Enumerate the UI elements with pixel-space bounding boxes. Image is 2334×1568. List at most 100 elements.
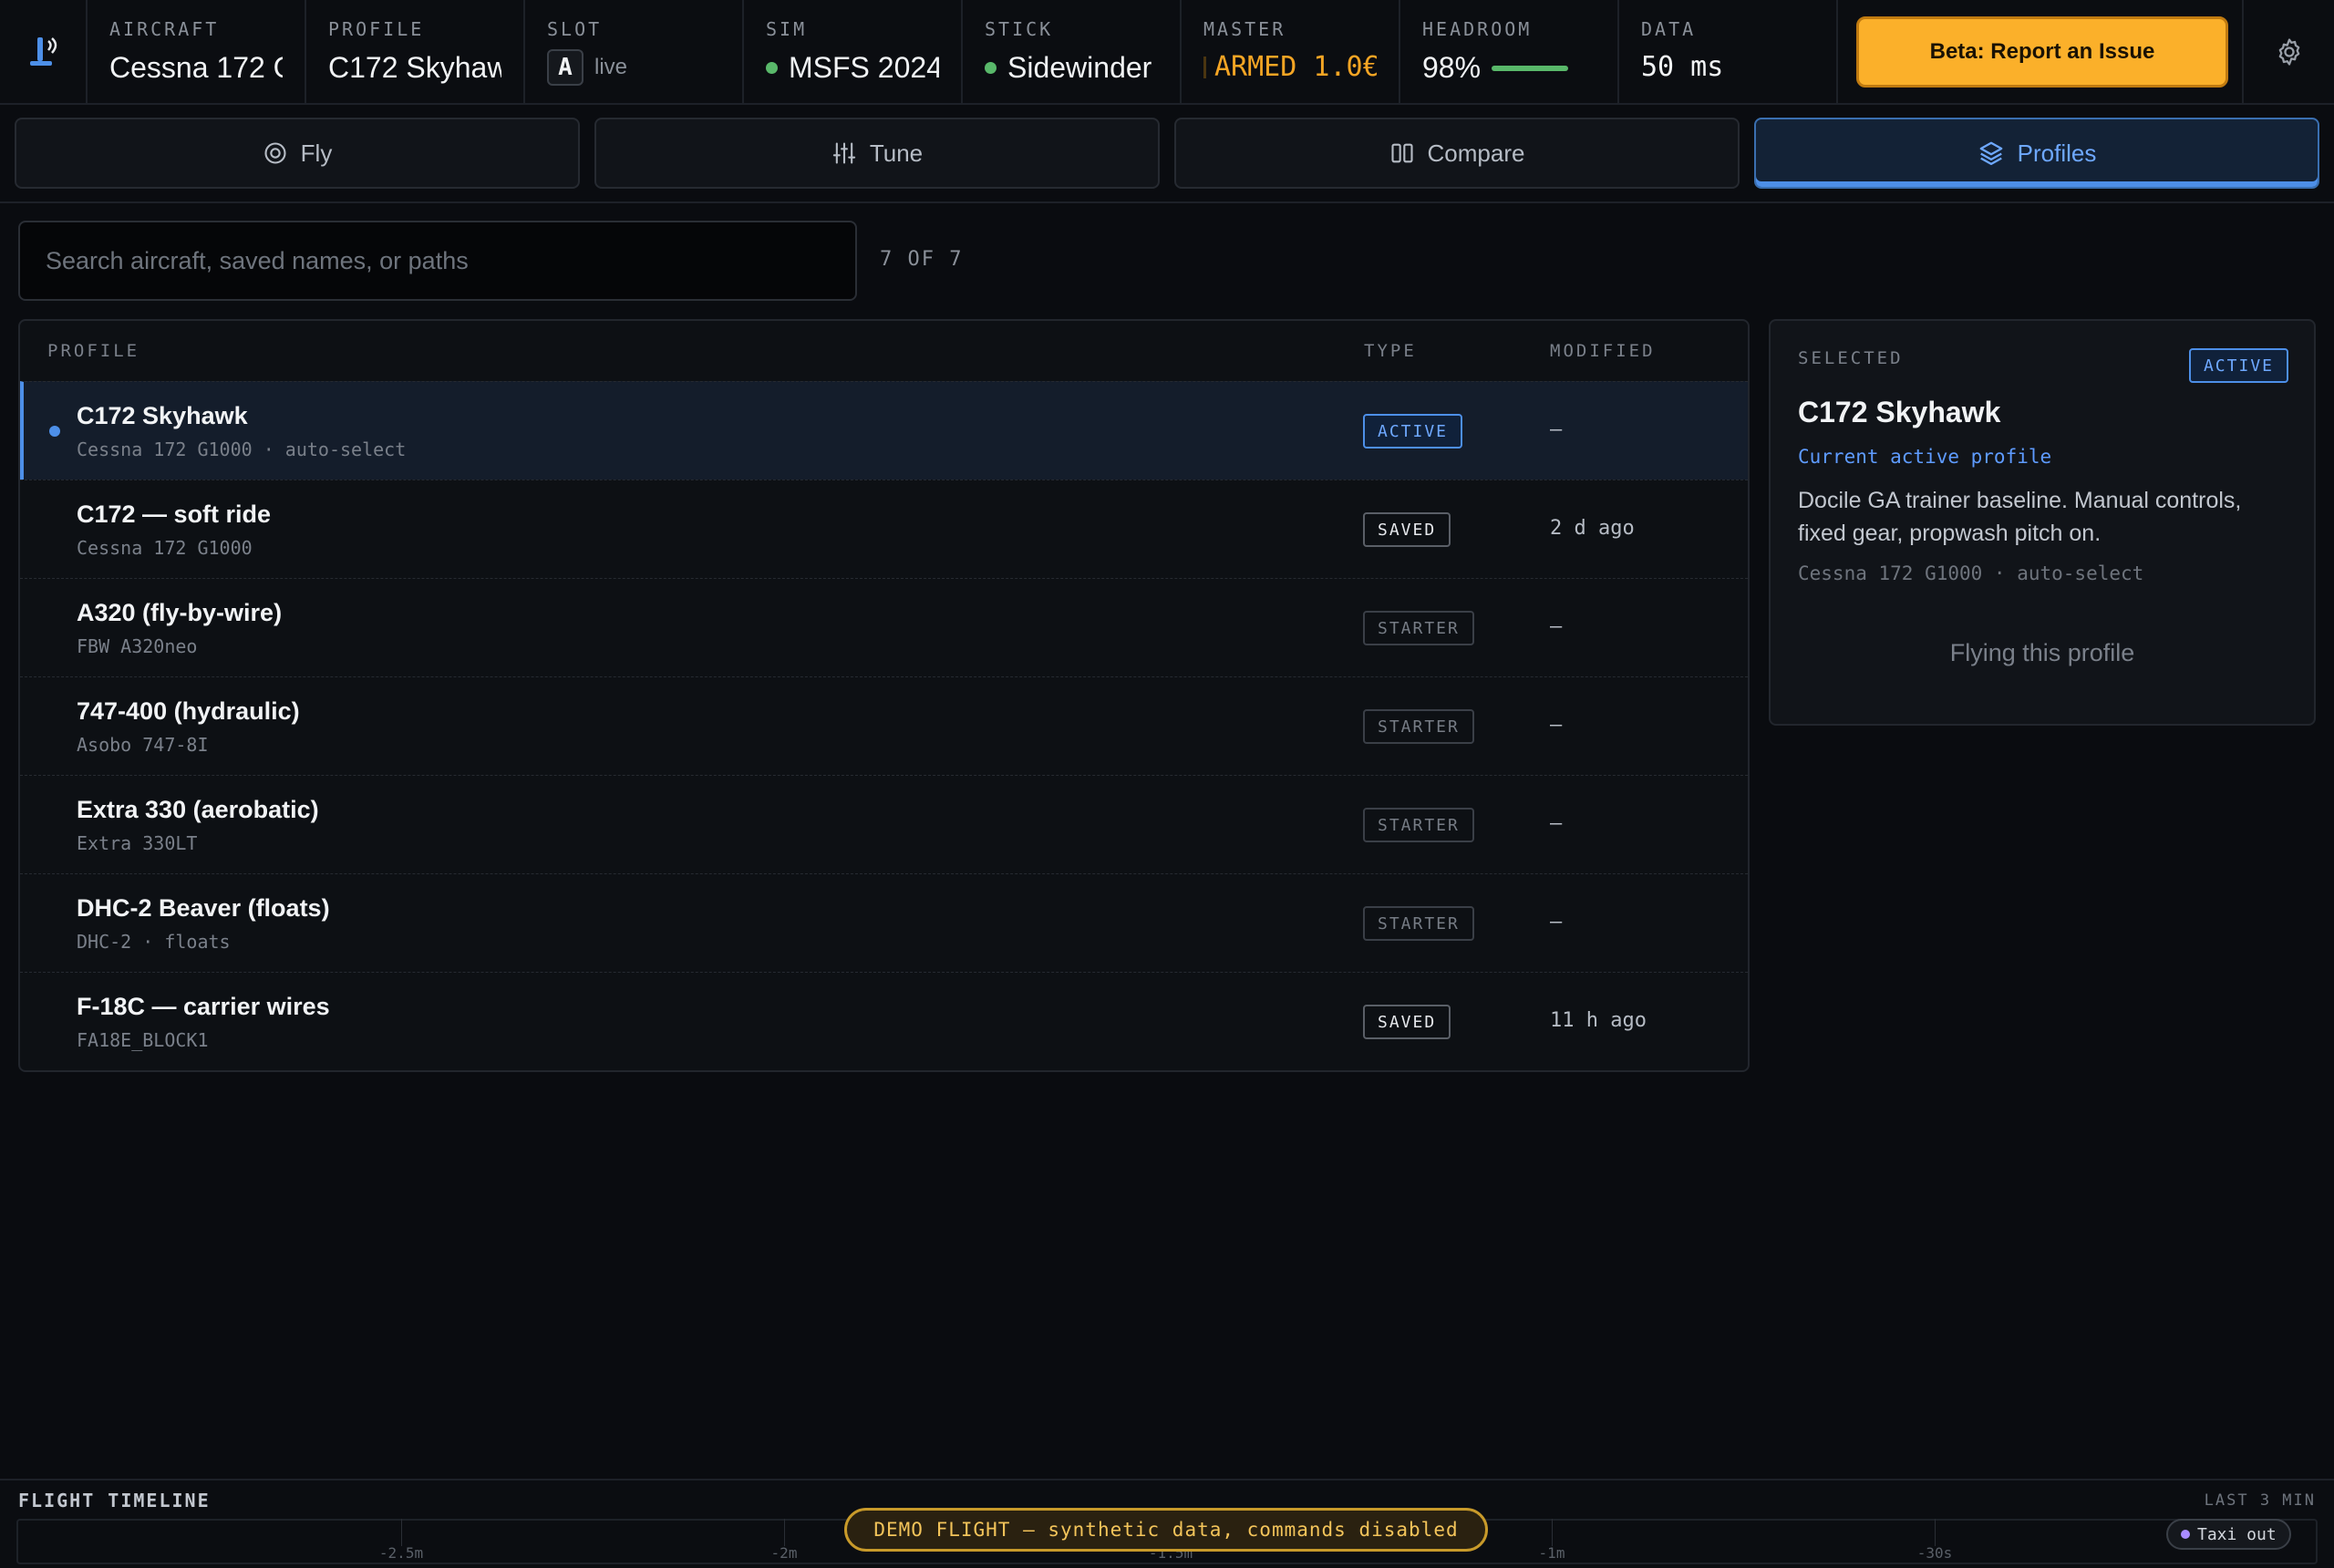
row-modified: —: [1550, 911, 1563, 934]
app-logo-icon[interactable]: [0, 0, 88, 103]
aircraft-value: Cessna 172 G: [109, 51, 283, 84]
columns-icon: [1390, 143, 1413, 163]
tab-fly-label: Fly: [300, 139, 333, 167]
headroom-bar: [1492, 65, 1569, 71]
active-indicator-icon: [49, 426, 60, 437]
report-issue-button[interactable]: Beta: Report an Issue: [1856, 15, 2228, 88]
aircraft-stat: AIRCRAFT Cessna 172 G: [88, 0, 306, 103]
data-value: 50 ms: [1641, 51, 1724, 83]
profiles-table: PROFILE TYPE MODIFIED C172 Skyhawk Cessn…: [18, 319, 1750, 1072]
sim-label: SIM: [766, 18, 808, 40]
stick-stat: STICK Sidewinder: [963, 0, 1182, 103]
row-modified: 2 d ago: [1550, 517, 1635, 540]
tab-profiles-label: Profiles: [2017, 139, 2097, 167]
type-badge: STARTER: [1363, 611, 1474, 645]
timeline-tick: [401, 1519, 402, 1546]
tab-fly[interactable]: Fly: [15, 118, 580, 189]
type-badge: STARTER: [1363, 906, 1474, 941]
data-stat: DATA 50 ms: [1619, 0, 1838, 103]
row-name: A320 (fly-by-wire): [77, 599, 283, 626]
selected-profile-panel: SELECTED ACTIVE C172 Skyhawk Current act…: [1769, 319, 2316, 726]
table-row[interactable]: 747-400 (hydraulic) Asobo 747-8I STARTER…: [20, 676, 1748, 775]
sim-status-dot: [766, 62, 778, 74]
settings-button[interactable]: [2244, 0, 2334, 103]
headroom-label: HEADROOM: [1422, 18, 1533, 40]
demo-flight-banner: DEMO FLIGHT — synthetic data, commands d…: [844, 1508, 1488, 1552]
row-name: 747-400 (hydraulic): [77, 697, 300, 725]
row-modified: —: [1550, 714, 1563, 737]
row-subtitle: Cessna 172 G1000 · auto-select: [77, 438, 407, 460]
row-name: C172 Skyhawk: [77, 402, 248, 429]
data-label: DATA: [1641, 18, 1697, 40]
headroom-stat: HEADROOM 98%: [1400, 0, 1619, 103]
type-badge: STARTER: [1363, 808, 1474, 842]
sliders-icon: [832, 142, 855, 164]
type-badge: SAVED: [1363, 512, 1451, 547]
timeline-tick: [1935, 1519, 1936, 1546]
tab-compare[interactable]: Compare: [1174, 118, 1740, 189]
column-header-type[interactable]: TYPE: [1364, 341, 1417, 361]
profile-search-input[interactable]: [18, 221, 857, 301]
table-row[interactable]: DHC-2 Beaver (floats) DHC-2 · floats STA…: [20, 873, 1748, 972]
row-modified: —: [1550, 418, 1563, 441]
tab-tune-label: Tune: [869, 139, 924, 167]
type-badge: SAVED: [1363, 1005, 1451, 1039]
column-header-profile[interactable]: PROFILE: [47, 341, 139, 361]
row-name: Extra 330 (aerobatic): [77, 796, 319, 823]
stick-label: STICK: [985, 18, 1054, 40]
row-subtitle: DHC-2 · floats: [77, 931, 231, 953]
panel-status-badge: ACTIVE: [2188, 348, 2288, 383]
row-subtitle: Extra 330LT: [77, 832, 198, 854]
timeline-title: FLIGHT TIMELINE: [18, 1490, 211, 1511]
table-row[interactable]: A320 (fly-by-wire) FBW A320neo STARTER —: [20, 578, 1748, 676]
tab-compare-label: Compare: [1427, 139, 1525, 167]
main-tabs: Fly Tune Compare Profiles: [0, 105, 2334, 203]
panel-status: Current active profile: [1798, 446, 2052, 468]
row-name: F-18C — carrier wires: [77, 993, 330, 1020]
slot-stat[interactable]: SLOT A live: [525, 0, 744, 103]
tab-tune[interactable]: Tune: [594, 118, 1160, 189]
timeline-range: LAST 3 MIN: [2204, 1491, 2316, 1510]
flight-phase-label: Taxi out: [2197, 1524, 2277, 1544]
row-name: C172 — soft ride: [77, 500, 272, 528]
stick-value: Sidewinder: [1007, 51, 1152, 84]
row-modified: —: [1550, 812, 1563, 835]
master-stat[interactable]: MASTER ARMED 1.0€: [1182, 0, 1400, 103]
phase-dot-icon: [2181, 1530, 2190, 1539]
slot-badge[interactable]: A: [547, 49, 584, 86]
tab-profiles[interactable]: Profiles: [1754, 118, 2319, 189]
flying-profile-button[interactable]: Flying this profile: [1798, 639, 2287, 667]
master-label: MASTER: [1203, 18, 1286, 40]
table-header: PROFILE TYPE MODIFIED: [20, 321, 1748, 381]
layers-icon: [1979, 141, 2003, 165]
slot-state: live: [594, 55, 628, 79]
panel-title: C172 Skyhawk: [1798, 396, 2001, 428]
timeline-tick-label: -30s: [1916, 1544, 1953, 1562]
target-icon: [264, 142, 286, 164]
flight-phase-chip[interactable]: Taxi out: [2166, 1519, 2291, 1550]
timeline-tick-label: -2m: [770, 1544, 798, 1562]
table-row[interactable]: Extra 330 (aerobatic) Extra 330LT STARTE…: [20, 775, 1748, 873]
row-modified: —: [1550, 615, 1563, 638]
timeline-tick: [1552, 1519, 1553, 1546]
row-modified: 11 h ago: [1550, 1009, 1647, 1032]
table-row[interactable]: C172 Skyhawk Cessna 172 G1000 · auto-sel…: [20, 381, 1748, 480]
profile-label: PROFILE: [328, 18, 425, 40]
result-count: 7 OF 7: [880, 248, 964, 271]
sim-value: MSFS 2024: [789, 51, 939, 84]
aircraft-label: AIRCRAFT: [109, 18, 220, 40]
profile-stat: PROFILE C172 Skyhaw: [306, 0, 525, 103]
timeline-tick: [784, 1519, 785, 1546]
timeline-tick-label: -2.5m: [378, 1544, 424, 1562]
table-row[interactable]: F-18C — carrier wires FA18E_BLOCK1 SAVED…: [20, 972, 1748, 1070]
stick-status-dot: [985, 62, 997, 74]
panel-path: Cessna 172 G1000 · auto-select: [1798, 562, 2144, 584]
column-header-modified[interactable]: MODIFIED: [1550, 341, 1656, 361]
type-badge: STARTER: [1363, 709, 1474, 744]
headroom-value: 98%: [1422, 51, 1482, 84]
row-subtitle: FBW A320neo: [77, 635, 198, 657]
row-subtitle: FA18E_BLOCK1: [77, 1029, 209, 1051]
row-subtitle: Cessna 172 G1000: [77, 537, 253, 559]
row-name: DHC-2 Beaver (floats): [77, 894, 330, 922]
table-row[interactable]: C172 — soft ride Cessna 172 G1000 SAVED …: [20, 480, 1748, 578]
